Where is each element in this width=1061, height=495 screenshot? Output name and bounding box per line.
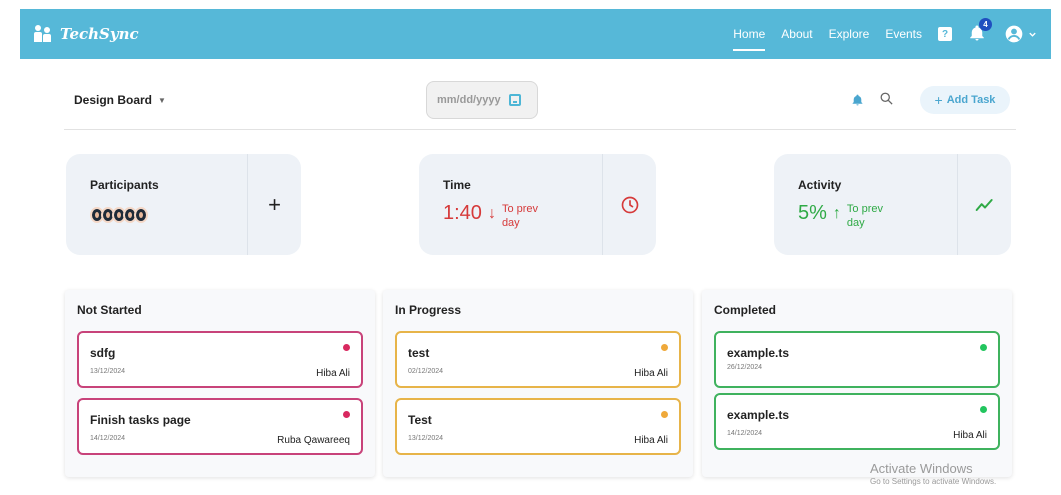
task-assignee: Hiba Ali: [634, 435, 668, 446]
column-not-started: Not Started sdfg 13/12/2024 Hiba Ali Fin…: [65, 290, 375, 477]
time-note: To prev day: [501, 203, 539, 229]
task-title: example.ts: [727, 346, 790, 360]
notification-badge: 4: [979, 18, 992, 31]
notifications-button[interactable]: 4: [968, 18, 992, 44]
task-date: 02/12/2024: [408, 368, 444, 375]
calendar-icon[interactable]: [508, 94, 521, 106]
clock-icon: [621, 196, 638, 213]
activity-side: [957, 154, 1011, 255]
activity-value: 5%: [798, 202, 827, 224]
status-dot: [661, 344, 668, 351]
board-toolbar: Design Board ▼ mm/dd/yyyy + Add Task: [64, 80, 1016, 130]
task-title: test: [408, 346, 430, 360]
task-card[interactable]: example.ts 14/12/2024 Hiba Ali: [714, 393, 1000, 450]
arrow-up-icon: ↑: [832, 205, 841, 222]
task-title: Finish tasks page: [90, 413, 191, 427]
activity-title: Activity: [798, 178, 842, 192]
nav-right: Home About Explore Events ? 4: [733, 18, 1037, 51]
task-date: 13/12/2024: [90, 368, 126, 375]
status-dot: [661, 411, 668, 418]
user-avatar-icon: [1005, 25, 1023, 43]
task-title: sdfg: [90, 346, 116, 360]
time-value: 1:40: [443, 202, 482, 224]
plus-icon: +: [934, 92, 943, 108]
board-notifications-button[interactable]: [851, 93, 864, 112]
nav-link-explore[interactable]: Explore: [829, 23, 870, 45]
help-icon[interactable]: ?: [938, 27, 952, 41]
add-participant-button[interactable]: +: [247, 154, 301, 255]
task-date: 26/12/2024: [727, 364, 763, 371]
column-title: In Progress: [395, 303, 462, 317]
nav-link-home[interactable]: Home: [733, 23, 766, 51]
task-assignee: Ruba Qawareeq: [277, 435, 350, 446]
user-menu[interactable]: [1004, 24, 1037, 44]
task-assignee: Hiba Ali: [316, 368, 350, 379]
watermark-subtitle: Go to Settings to activate Windows.: [870, 477, 997, 486]
nav-link-events[interactable]: Events: [885, 23, 922, 45]
task-date: 13/12/2024: [408, 435, 444, 442]
task-date: 14/12/2024: [90, 435, 126, 442]
column-in-progress: In Progress test 02/12/2024 Hiba Ali Tes…: [383, 290, 693, 477]
task-assignee: Hiba Ali: [634, 368, 668, 379]
task-card[interactable]: test 02/12/2024 Hiba Ali: [395, 331, 681, 388]
activate-windows-watermark: Activate Windows Go to Settings to activ…: [870, 461, 996, 486]
brand-name: TechSync: [60, 25, 139, 43]
avatar[interactable]: [134, 207, 148, 223]
time-title: Time: [443, 178, 471, 192]
date-filter-input[interactable]: mm/dd/yyyy: [426, 81, 538, 119]
search-icon: [880, 92, 893, 105]
top-navbar: TechSync Home About Explore Events ? 4: [20, 9, 1051, 59]
status-dot: [980, 406, 987, 413]
page: TechSync Home About Explore Events ? 4 D…: [0, 0, 1061, 495]
plus-icon: +: [268, 191, 281, 217]
trending-up-icon: [975, 198, 993, 211]
add-task-button[interactable]: + Add Task: [920, 86, 1010, 114]
status-dot: [343, 344, 350, 351]
participants-title: Participants: [90, 178, 159, 192]
task-card[interactable]: sdfg 13/12/2024 Hiba Ali: [77, 331, 363, 388]
task-card[interactable]: Finish tasks page 14/12/2024 Ruba Qaware…: [77, 398, 363, 455]
column-title: Not Started: [77, 303, 142, 317]
task-card[interactable]: Test 13/12/2024 Hiba Ali: [395, 398, 681, 455]
brand[interactable]: TechSync: [34, 25, 139, 43]
team-logo-icon: [34, 25, 54, 43]
status-dot: [343, 411, 350, 418]
activity-note: To prev day: [846, 203, 883, 229]
chevron-down-icon: [1029, 32, 1036, 37]
activity-card: Activity 5% ↑ To prev day: [774, 154, 1011, 255]
time-side: [602, 154, 656, 255]
date-placeholder: mm/dd/yyyy: [437, 94, 501, 106]
task-title: Test: [408, 413, 432, 427]
task-date: 14/12/2024: [727, 430, 763, 437]
caret-down-icon: ▼: [158, 95, 166, 105]
status-dot: [980, 344, 987, 351]
search-button[interactable]: [879, 91, 894, 111]
column-title: Completed: [714, 303, 777, 317]
task-title: example.ts: [727, 408, 790, 422]
time-card: Time 1:40 ↓ To prev day: [419, 154, 656, 255]
column-completed: Completed example.ts 26/12/2024 example.…: [702, 290, 1012, 477]
task-assignee: Hiba Ali: [953, 430, 987, 441]
board-selector-label: Design Board: [74, 93, 153, 107]
task-card[interactable]: example.ts 26/12/2024: [714, 331, 1000, 388]
participants-card: Participants +: [66, 154, 301, 255]
watermark-title: Activate Windows: [870, 461, 973, 476]
nav-link-about[interactable]: About: [781, 23, 812, 45]
arrow-down-icon: ↓: [487, 205, 496, 222]
add-task-label: Add Task: [946, 94, 996, 106]
participants-avatars: [90, 207, 247, 223]
bell-icon: [852, 94, 863, 106]
board-selector[interactable]: Design Board ▼: [74, 93, 166, 107]
